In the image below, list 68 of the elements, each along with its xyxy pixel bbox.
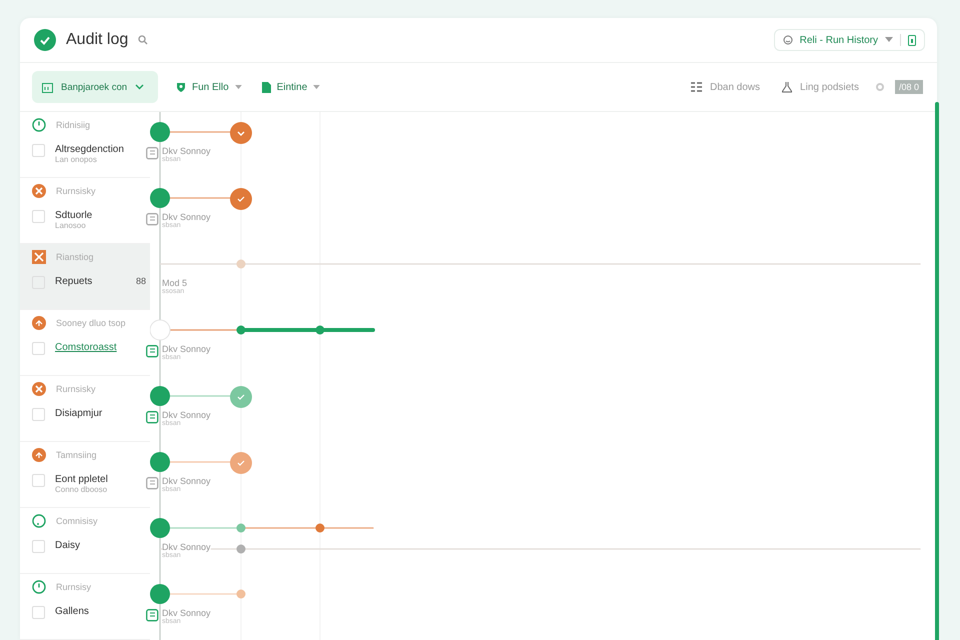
item-name: Eont ppletel [55, 474, 108, 485]
caret-icon [885, 37, 893, 43]
event-label: Dkv Sonnoy [162, 608, 211, 618]
event-label: Dkv Sonnoy [162, 212, 211, 222]
scrollbar[interactable] [935, 102, 939, 640]
filter-dropdown[interactable]: Eintine [256, 82, 326, 92]
item-subtitle: Lanosoo [55, 221, 86, 230]
sidebar-dropdown-button[interactable]: Banpjaroek con [32, 71, 158, 103]
checkbox[interactable] [32, 408, 45, 421]
checkbox[interactable] [32, 210, 45, 223]
status-label: Rurnsisky [56, 384, 96, 394]
item-subtitle: Conno dbooso [55, 485, 108, 494]
smiley-icon [782, 35, 793, 45]
item-name: Repuets [55, 276, 92, 287]
calendar-icon [42, 82, 53, 92]
battery-icon [908, 34, 916, 46]
item-name: Sdtuorle [55, 210, 92, 221]
item-link[interactable]: Comstoroasst [55, 342, 117, 353]
event-marker[interactable] [230, 452, 252, 474]
checkbox[interactable] [32, 474, 45, 487]
check-circle-icon [34, 29, 56, 51]
page-title: Audit log [66, 31, 128, 49]
item-subtitle: Lan onopos [55, 155, 97, 164]
timeline-node[interactable] [150, 320, 170, 340]
event-label: Dkv Sonnoy [162, 146, 211, 156]
event-marker[interactable] [230, 386, 252, 408]
toolbar-action[interactable]: Ling podsiets [776, 80, 865, 94]
status-label: Comnisisy [56, 516, 98, 526]
timeline-node[interactable] [150, 188, 170, 208]
event-label: Dkv Sonnoy [162, 542, 211, 552]
checkbox[interactable] [32, 342, 45, 355]
document-icon [262, 82, 271, 92]
grid-icon [691, 82, 702, 92]
event-label: Dkv Sonnoy [162, 476, 211, 486]
status-label: Sooney dluo tsop [56, 318, 126, 328]
caret-icon [313, 84, 320, 90]
timeline-node[interactable] [150, 122, 170, 142]
checkbox[interactable] [32, 144, 45, 157]
status-label: Rurnsisy [56, 582, 92, 592]
toolbar-action[interactable]: Dban dows [685, 80, 766, 94]
event-label: Mod 5 [162, 278, 188, 288]
item-name: Disiapmjur [55, 408, 102, 419]
caret-icon [234, 84, 242, 90]
timeline-node[interactable] [150, 386, 170, 406]
item-name: Gallens [55, 606, 89, 617]
item-name: Altrsegdenction [55, 144, 124, 155]
status-label: Tamnsiing [56, 450, 97, 460]
item-name: Daisy [55, 540, 80, 551]
status-label: Rurnsisky [56, 186, 96, 196]
item-count: 88 [136, 276, 146, 286]
timeline-node[interactable] [150, 518, 170, 538]
event-marker[interactable] [230, 122, 252, 144]
chevron-icon [135, 84, 144, 90]
event-label: Dkv Sonnoy [162, 410, 211, 420]
event-label: Dkv Sonnoy [162, 344, 211, 354]
timeline-node[interactable] [150, 452, 170, 472]
filter-dropdown[interactable]: Fun Ello [170, 82, 248, 92]
count-badge: /08 0 [894, 80, 923, 94]
status-label: Ridnisiig [56, 120, 90, 130]
checkbox[interactable] [32, 540, 45, 553]
timeline-node[interactable] [150, 584, 170, 604]
status-label: Rianstiog [56, 252, 94, 262]
checkbox[interactable] [32, 606, 45, 619]
flask-icon [782, 82, 792, 92]
search-icon[interactable] [138, 35, 148, 45]
run-history-dropdown[interactable]: Reli - Run History [774, 29, 925, 51]
event-marker[interactable] [230, 188, 252, 210]
shield-icon [176, 82, 186, 92]
